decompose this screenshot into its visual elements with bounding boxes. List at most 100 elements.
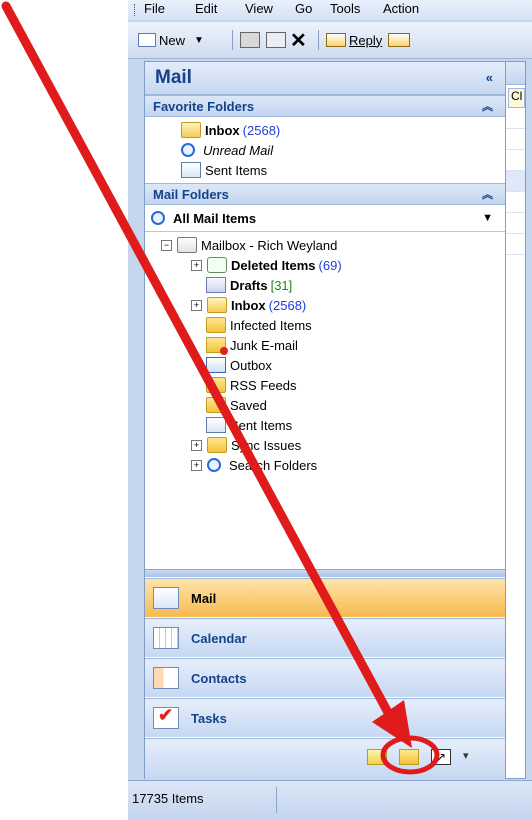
- list-row[interactable]: [506, 234, 525, 255]
- menu-edit[interactable]: Edit: [195, 1, 217, 16]
- mail-folders-header[interactable]: Mail Folders ︽: [145, 183, 505, 205]
- reply-button-label: Reply: [349, 32, 383, 48]
- expand-tree-icon[interactable]: +: [191, 459, 202, 471]
- nav-button-label: Mail: [191, 590, 217, 606]
- new-mail-icon: [138, 33, 156, 47]
- nav-pane-title: Mail «: [145, 62, 505, 95]
- configure-buttons-icon[interactable]: ▾: [463, 749, 469, 762]
- menu-go[interactable]: Go: [295, 1, 312, 16]
- nav-button-mail[interactable]: Mail: [145, 578, 505, 617]
- mail-folders-label: Mail Folders: [153, 186, 229, 202]
- folder-label: Sync Issues: [231, 437, 302, 453]
- reply-button[interactable]: Reply: [326, 30, 382, 50]
- folder-label: Deleted Items: [231, 257, 316, 273]
- delete-button[interactable]: ✕: [290, 29, 307, 52]
- expand-tree-icon[interactable]: +: [191, 259, 202, 271]
- expand-tree-icon[interactable]: +: [191, 299, 202, 311]
- nav-button-label: Tasks: [191, 710, 227, 726]
- move-folder-icon: [266, 32, 286, 48]
- menu-actions[interactable]: Action: [383, 1, 419, 16]
- favorite-folders-list: Inbox (2568) Unread Mail Sent Items: [145, 117, 505, 183]
- menu-bar: File Edit View Go Tools Action: [128, 0, 532, 20]
- folder-label: RSS Feeds: [230, 377, 297, 393]
- favorite-unread-label: Unread Mail: [203, 142, 274, 158]
- folder-deleted-items[interactable]: + Deleted Items (69): [145, 255, 505, 275]
- status-divider: [276, 787, 277, 813]
- nav-mini-buttons: ↗ ▾: [145, 738, 505, 779]
- favorite-inbox-count: (2568): [242, 122, 281, 138]
- message-list-header: [506, 62, 525, 85]
- reply-all-button[interactable]: [388, 30, 410, 50]
- nav-button-contacts[interactable]: Contacts: [145, 658, 505, 697]
- list-row[interactable]: [506, 192, 525, 213]
- menu-view[interactable]: View: [245, 1, 273, 16]
- collapse-tree-icon[interactable]: −: [161, 239, 172, 251]
- all-mail-items-selector[interactable]: All Mail Items ▼: [145, 205, 505, 232]
- expand-tree-icon[interactable]: +: [191, 439, 202, 451]
- folder-label: Drafts: [230, 277, 268, 293]
- mailbox-root[interactable]: − Mailbox - Rich Weyland: [145, 235, 505, 255]
- mail-icon: [153, 587, 179, 609]
- list-row[interactable]: [506, 213, 525, 234]
- status-bar: 17735 Items: [128, 780, 532, 820]
- new-button[interactable]: New ▼: [138, 30, 204, 50]
- chevron-up-icon[interactable]: ︽: [482, 98, 493, 114]
- folder-junk-email[interactable]: Junk E-mail: [145, 335, 505, 355]
- favorite-unread-mail[interactable]: Unread Mail: [145, 140, 505, 160]
- favorite-sent-label: Sent Items: [205, 162, 268, 178]
- folder-count: (2568): [268, 297, 307, 313]
- nav-button-calendar[interactable]: Calendar: [145, 618, 505, 657]
- folder-sync-issues[interactable]: + Sync Issues: [145, 435, 505, 455]
- favorite-inbox[interactable]: Inbox (2568): [145, 120, 505, 140]
- nav-button-label: Contacts: [191, 670, 247, 686]
- folder-sent-items[interactable]: Sent Items: [145, 415, 505, 435]
- list-row[interactable]: [506, 150, 525, 171]
- shortcuts-icon[interactable]: ↗: [431, 749, 451, 765]
- contacts-icon: [153, 667, 179, 689]
- column-header-row[interactable]: [506, 108, 525, 129]
- menu-file[interactable]: File: [144, 1, 165, 16]
- favorite-sent-items[interactable]: Sent Items: [145, 160, 505, 180]
- favorite-folders-header[interactable]: Favorite Folders ︽: [145, 95, 505, 117]
- search-folder-icon: [207, 458, 221, 472]
- nav-pane-resize-handle[interactable]: [145, 569, 505, 577]
- folder-drafts[interactable]: Drafts [31]: [145, 275, 505, 295]
- chevron-down-icon[interactable]: ▼: [482, 212, 493, 224]
- outbox-icon: [206, 357, 226, 373]
- notes-icon[interactable]: [367, 749, 387, 765]
- folder-list-icon[interactable]: [399, 749, 419, 765]
- inbox-icon: [181, 122, 201, 138]
- navigation-pane: Mail « Favorite Folders ︽ Inbox (2568) U…: [145, 62, 506, 779]
- search-folder-icon: [181, 143, 195, 157]
- folder-label: Junk E-mail: [230, 337, 298, 353]
- folder-icon: [207, 437, 227, 453]
- folder-icon: [206, 317, 226, 333]
- chevron-up-icon[interactable]: ︽: [482, 186, 493, 202]
- menu-tools[interactable]: Tools: [330, 1, 360, 16]
- folder-search-folders[interactable]: + Search Folders: [145, 455, 505, 475]
- print-button[interactable]: [240, 30, 260, 50]
- outlook-window: File Edit View Go Tools Action New ▼ ✕ R…: [128, 0, 532, 820]
- inbox-icon: [207, 297, 227, 313]
- folder-icon: [206, 377, 226, 393]
- folder-inbox[interactable]: + Inbox (2568): [145, 295, 505, 315]
- folder-infected-items[interactable]: Infected Items: [145, 315, 505, 335]
- delete-icon: ✕: [290, 29, 307, 52]
- folder-saved[interactable]: Saved: [145, 395, 505, 415]
- nav-button-tasks[interactable]: Tasks: [145, 698, 505, 737]
- folder-label: Sent Items: [230, 417, 293, 433]
- collapse-nav-icon[interactable]: «: [486, 70, 493, 85]
- all-mail-items-label: All Mail Items: [173, 210, 257, 226]
- nav-title-text: Mail: [155, 67, 192, 88]
- new-button-label: New: [159, 32, 186, 48]
- arrange-by-field[interactable]: Cl: [508, 88, 525, 108]
- calendar-icon: [153, 627, 179, 649]
- reply-all-icon: [388, 33, 410, 47]
- list-row[interactable]: [506, 129, 525, 150]
- folder-count: (69): [318, 257, 342, 273]
- list-row[interactable]: [506, 171, 525, 192]
- move-to-folder-button[interactable]: [266, 30, 286, 50]
- mailbox-label: Mailbox - Rich Weyland: [201, 237, 338, 253]
- folder-outbox[interactable]: Outbox: [145, 355, 505, 375]
- folder-rss-feeds[interactable]: RSS Feeds: [145, 375, 505, 395]
